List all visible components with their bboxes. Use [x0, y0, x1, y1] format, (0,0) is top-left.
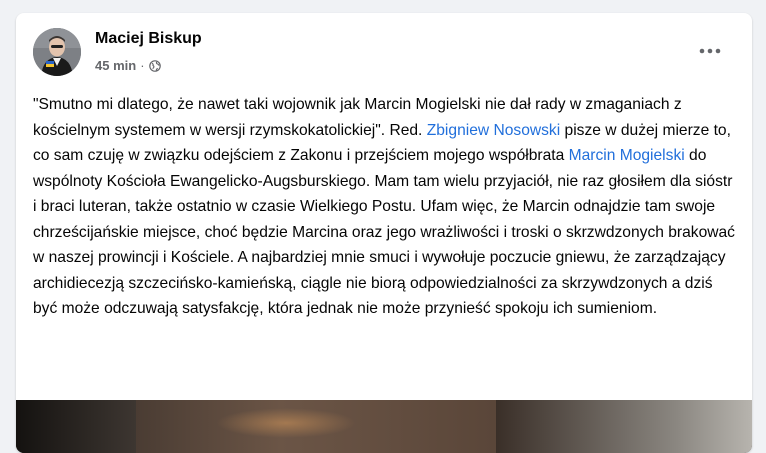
image-light-spot	[216, 408, 356, 438]
post-timestamp[interactable]: 45 min	[95, 58, 136, 73]
post-image[interactable]	[16, 400, 752, 453]
avatar-image	[33, 28, 81, 76]
post-text: "Smutno mi dlatego, że nawet taki wojown…	[33, 92, 737, 322]
post-text-part-3: do wspólnoty Kościoła Ewangelicko-Augsbu…	[33, 147, 735, 317]
mention-link-zbigniew-nosowski[interactable]: Zbigniew Nosowski	[427, 122, 560, 139]
meta-separator: ·	[140, 58, 145, 73]
author-name[interactable]: Maciej Biskup	[95, 30, 202, 48]
image-region-left	[16, 400, 136, 453]
post-meta: 45 min ·	[95, 58, 161, 73]
mention-link-marcin-mogielski[interactable]: Marcin Mogielski	[569, 147, 685, 164]
more-options-icon	[699, 48, 721, 54]
post-header: Maciej Biskup 45 min ·	[16, 13, 752, 91]
post-card: Maciej Biskup 45 min · "Smutno mi dlateg…	[16, 13, 752, 453]
more-options-button[interactable]	[692, 39, 728, 63]
author-avatar[interactable]	[33, 28, 81, 76]
globe-icon	[148, 59, 161, 72]
image-region-right	[496, 400, 752, 453]
